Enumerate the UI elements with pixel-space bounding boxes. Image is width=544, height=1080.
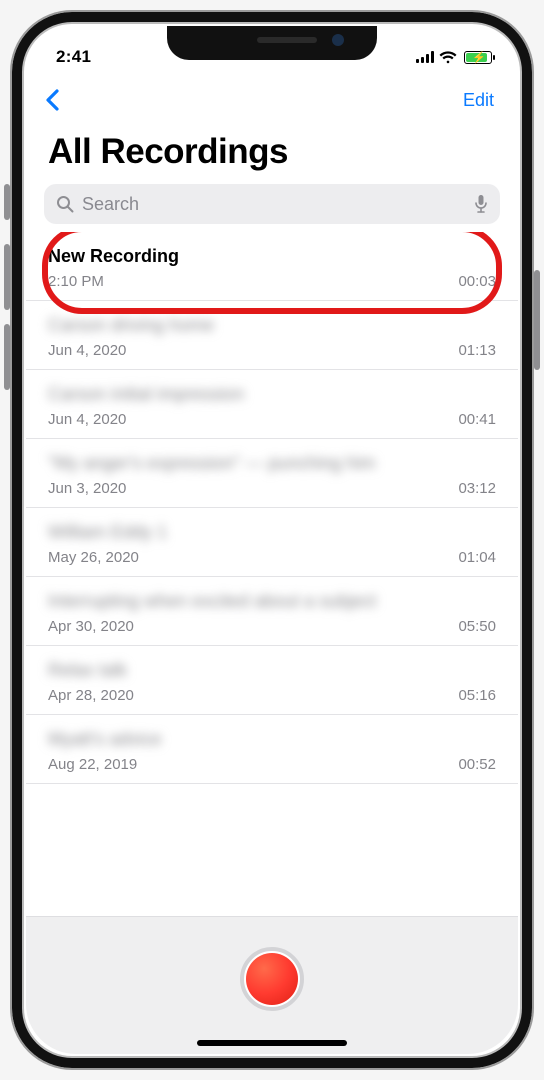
recording-title: Relax talk xyxy=(48,660,127,681)
recording-duration: 01:13 xyxy=(458,342,496,359)
recording-duration: 00:03 xyxy=(458,273,496,290)
recording-row[interactable]: Relax talk Apr 28, 2020 05:16 xyxy=(26,646,518,715)
recording-row[interactable]: Myatt's advice Aug 22, 2019 00:52 xyxy=(26,715,518,784)
search-input[interactable]: Search xyxy=(44,184,500,224)
page-title: All Recordings xyxy=(26,124,518,184)
recording-duration: 00:52 xyxy=(458,756,496,773)
nav-bar: Edit xyxy=(26,76,518,124)
recording-date: Jun 3, 2020 xyxy=(48,480,126,497)
recording-date: May 26, 2020 xyxy=(48,549,139,566)
record-dot-icon xyxy=(246,953,298,1005)
device-frame: 2:41 ⚡ Edit All Recording xyxy=(10,10,534,1070)
recording-duration: 03:12 xyxy=(458,480,496,497)
front-camera xyxy=(332,34,344,46)
cellular-signal-icon xyxy=(416,51,434,63)
charging-bolt-icon: ⚡ xyxy=(472,51,486,64)
recording-duration: 05:16 xyxy=(458,687,496,704)
recording-duration: 01:04 xyxy=(458,549,496,566)
record-toolbar xyxy=(26,916,518,1054)
recording-duration: 00:41 xyxy=(458,411,496,428)
recording-row[interactable]: Carson driving home Jun 4, 2020 01:13 xyxy=(26,301,518,370)
dictate-mic-icon[interactable] xyxy=(474,194,488,214)
recording-row[interactable]: "My anger's expression" — punching him J… xyxy=(26,439,518,508)
recording-date: Jun 4, 2020 xyxy=(48,411,126,428)
recording-title: William Eddy 1 xyxy=(48,522,167,543)
recording-row[interactable]: Carson initial impression Jun 4, 2020 00… xyxy=(26,370,518,439)
search-icon xyxy=(56,195,74,213)
recording-title: "My anger's expression" — punching him xyxy=(48,453,375,474)
recording-row[interactable]: Interrupting when excited about a subjec… xyxy=(26,577,518,646)
home-indicator[interactable] xyxy=(197,1040,347,1046)
edit-button[interactable]: Edit xyxy=(457,86,500,115)
search-placeholder: Search xyxy=(82,194,466,215)
record-button[interactable] xyxy=(240,947,304,1011)
recording-date: Apr 28, 2020 xyxy=(48,687,134,704)
battery-icon: ⚡ xyxy=(464,51,492,64)
recording-title: New Recording xyxy=(48,246,179,267)
recordings-list: New Recording 2:10 PM 00:03 Carson drivi… xyxy=(26,232,518,916)
recording-row[interactable]: William Eddy 1 May 26, 2020 01:04 xyxy=(26,508,518,577)
recording-title: Myatt's advice xyxy=(48,729,161,750)
recording-date: Aug 22, 2019 xyxy=(48,756,137,773)
recording-date: 2:10 PM xyxy=(48,273,104,290)
status-time: 2:41 xyxy=(56,47,91,67)
screen: 2:41 ⚡ Edit All Recording xyxy=(26,26,518,1054)
wifi-icon xyxy=(439,51,457,64)
side-power-button[interactable] xyxy=(534,270,540,370)
recording-title: Interrupting when excited about a subjec… xyxy=(48,591,376,612)
notch xyxy=(167,26,377,60)
recording-date: Apr 30, 2020 xyxy=(48,618,134,635)
recording-title: Carson driving home xyxy=(48,315,214,336)
recording-date: Jun 4, 2020 xyxy=(48,342,126,359)
back-button[interactable] xyxy=(44,89,84,111)
recording-title: Carson initial impression xyxy=(48,384,244,405)
recording-duration: 05:50 xyxy=(458,618,496,635)
recording-row[interactable]: New Recording 2:10 PM 00:03 xyxy=(26,232,518,301)
